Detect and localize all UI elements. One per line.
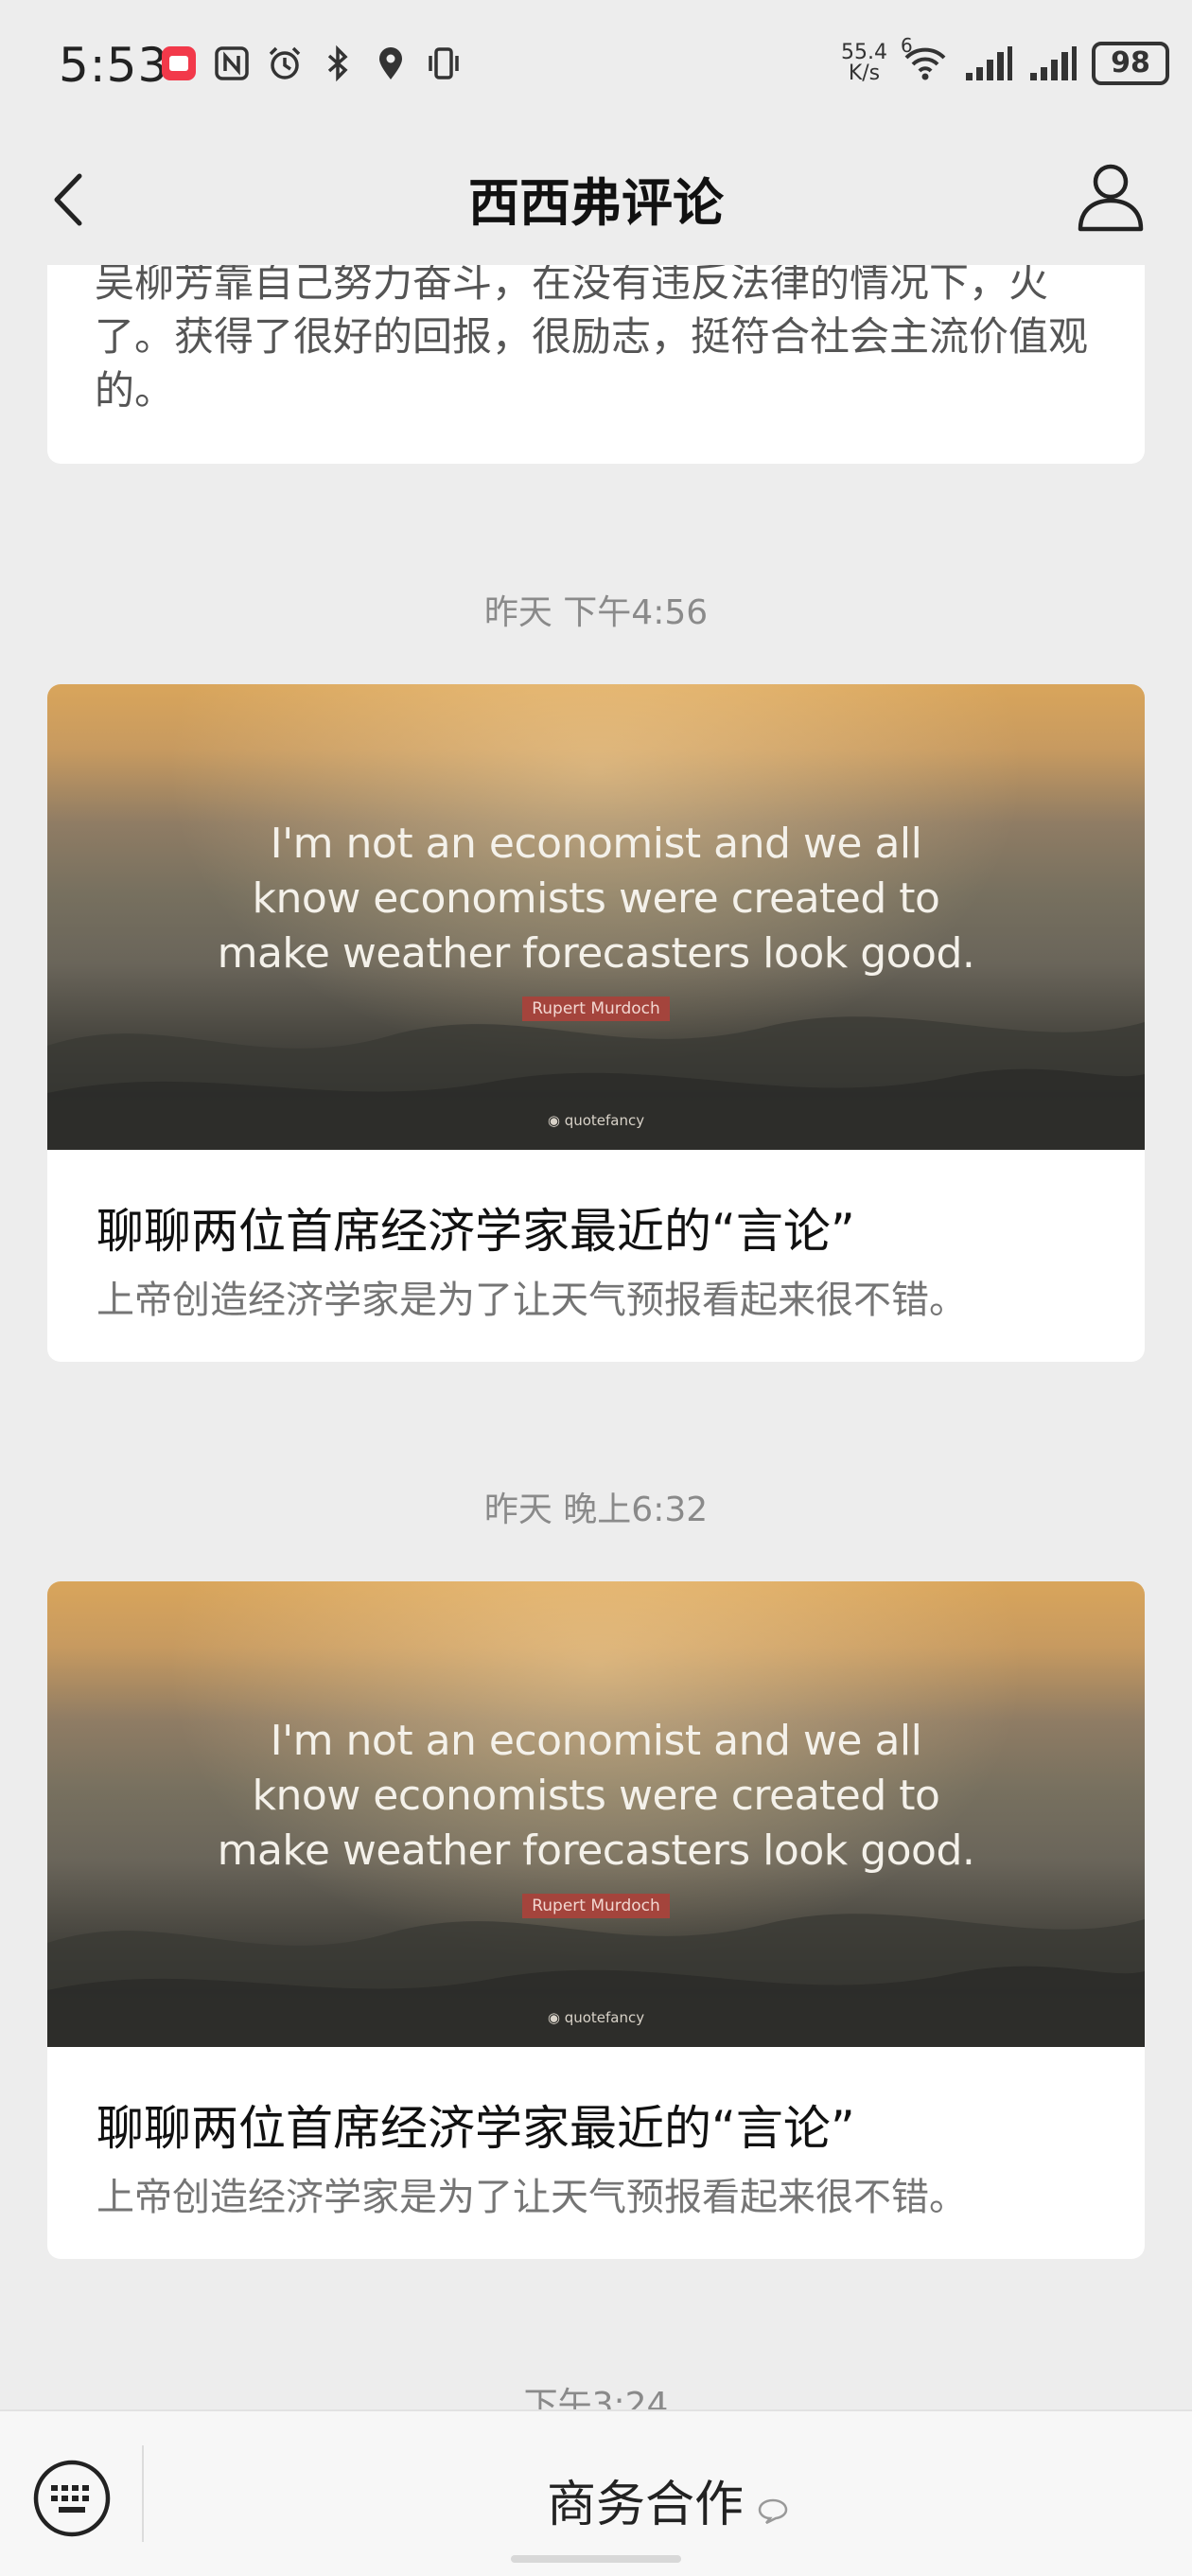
status-bar: 5:53 55.4 K/s 6 98 [0, 0, 1192, 132]
image-quote: I'm not an economist and we all know eco… [217, 1717, 975, 1875]
signal-icon [963, 44, 1014, 83]
menu-label: 商务合作 [546, 2477, 744, 2533]
app-notification-icon [159, 44, 199, 83]
location-icon [371, 44, 411, 83]
wifi-icon: 6 [901, 34, 950, 83]
timestamp: 昨天 晚上6:32 [483, 1491, 709, 1529]
article-title: 聊聊两位首席经济学家最近的“言论” [96, 2101, 855, 2156]
image-quote: I'm not an economist and we all know eco… [217, 820, 975, 978]
signal-icon [1027, 44, 1078, 83]
article-card[interactable]: I'm not an economist and we all know eco… [47, 684, 1145, 1362]
menu-business-cooperation[interactable]: 商务合作 [144, 2464, 1192, 2536]
message-feed[interactable]: 吴柳芳靠自己努力奋斗，在没有违反法律的情况下，火了。获得了很好的回报，很励志，挺… [0, 0, 1192, 2574]
image-watermark: ◉ quotefancy [547, 2009, 645, 2026]
page-title: 西西弗评论 [468, 173, 724, 233]
bluetooth-icon [318, 44, 358, 83]
vibrate-icon [424, 44, 464, 83]
person-icon [1078, 164, 1144, 232]
nav-bar: 西西弗评论 [0, 132, 1192, 265]
system-icons: 55.4 K/s 6 98 [841, 34, 1169, 85]
article-description: 上帝创造经济学家是为了让天气预报看起来很不错。 [96, 1279, 967, 1322]
image-author-tag: Rupert Murdoch [47, 1894, 1145, 1918]
clock: 5:53 [59, 38, 169, 93]
timestamp: 昨天 下午4:56 [483, 593, 709, 632]
network-speed: 55.4 K/s [841, 41, 887, 85]
keyboard-toggle-button[interactable] [32, 2459, 112, 2538]
article-description: 上帝创造经济学家是为了让天气预报看起来很不错。 [96, 2176, 967, 2219]
chat-bubble-icon [757, 2479, 789, 2536]
article-cover-image: I'm not an economist and we all know eco… [47, 1581, 1145, 2047]
battery-indicator: 98 [1092, 42, 1169, 85]
notification-icons [159, 44, 464, 83]
article-cover-image: I'm not an economist and we all know eco… [47, 684, 1145, 1150]
image-author-tag: Rupert Murdoch [47, 997, 1145, 1021]
image-watermark: ◉ quotefancy [547, 1112, 645, 1129]
keyboard-icon [33, 2460, 111, 2537]
nfc-icon [212, 44, 252, 83]
article-title: 聊聊两位首席经济学家最近的“言论” [96, 1204, 855, 1259]
profile-button[interactable] [1077, 161, 1145, 233]
home-indicator [511, 2555, 681, 2563]
alarm-icon [265, 44, 305, 83]
partial-card-text: 吴柳芳靠自己努力奋斗，在没有违反法律的情况下，火了。获得了很好的回报，很励志，挺… [95, 259, 1089, 414]
article-card[interactable]: I'm not an economist and we all know eco… [47, 1581, 1145, 2259]
bottom-menu-bar: 商务合作 [0, 2409, 1192, 2576]
